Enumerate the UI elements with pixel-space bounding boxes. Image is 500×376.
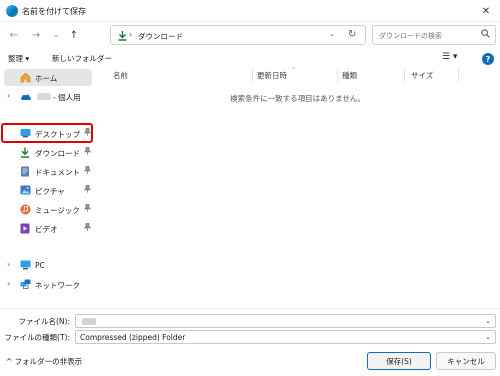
breadcrumb-separator: › (129, 30, 133, 39)
pin-icon (83, 166, 92, 176)
column-header-name[interactable]: 名前 (113, 70, 128, 81)
pin-icon (83, 147, 92, 157)
onedrive-cloud-icon (20, 91, 31, 102)
pin-icon (83, 204, 92, 214)
navigation-bar: ← → ⌄ ↑ › ダウンロード ⌄ ↻ ダウンロードの検索 (0, 22, 500, 48)
empty-folder-message: 検索条件に一致する項目はありません。 (230, 94, 365, 103)
pin-icon (83, 223, 92, 233)
network-icon (20, 279, 31, 290)
column-separator[interactable] (337, 68, 338, 82)
edge-browser-icon (6, 5, 18, 17)
search-icon (481, 29, 490, 41)
recent-locations-button[interactable]: ⌄ (48, 27, 64, 43)
expand-chevron-icon[interactable]: › (7, 91, 10, 100)
column-header-type[interactable]: 種類 (342, 70, 357, 81)
sidebar-item-label: PC (35, 261, 45, 270)
sidebar-item-documents[interactable]: ドキュメント (4, 163, 92, 180)
sidebar-item-onedrive[interactable]: › - 個人用 (4, 88, 92, 105)
sidebar-item-pictures[interactable]: ピクチャ (4, 182, 92, 199)
cancel-button[interactable]: キャンセル (436, 352, 496, 370)
address-history-chevron-icon[interactable]: ⌄ (329, 30, 335, 38)
pc-icon (20, 260, 31, 271)
sidebar-item-label: ダウンロード (35, 149, 80, 158)
sidebar-item-home[interactable]: ホーム (4, 69, 92, 86)
filename-field[interactable]: ⌄ (75, 314, 496, 328)
sidebar-item-network[interactable]: › ネットワーク (4, 276, 92, 293)
address-bar[interactable]: › ダウンロード ⌄ ↻ (110, 25, 366, 45)
document-icon (20, 166, 31, 177)
column-separator[interactable] (404, 68, 405, 82)
download-icon (20, 147, 31, 158)
sidebar-item-music[interactable]: ミュージック (4, 201, 92, 218)
sidebar-item-downloads[interactable]: ダウンロード (4, 144, 92, 161)
music-icon (20, 204, 31, 215)
sidebar-item-label: ピクチャ (35, 187, 65, 196)
expand-chevron-icon[interactable]: › (7, 279, 10, 288)
blurred-account-name (37, 93, 51, 100)
chevron-down-icon[interactable]: ⌄ (485, 317, 491, 325)
new-folder-button[interactable]: 新しいフォルダー (52, 53, 112, 64)
chevron-down-icon[interactable]: ⌄ (485, 333, 491, 341)
sidebar-item-pc[interactable]: › PC (4, 257, 92, 274)
search-box[interactable]: ダウンロードの検索 (372, 25, 496, 45)
download-icon (117, 30, 127, 41)
desktop-highlight-frame (1, 123, 93, 143)
save-button-label: 保存(S) (386, 356, 412, 366)
save-options-panel: ファイル名(N): ⌄ ファイルの種類(T): Compressed (zipp… (0, 308, 500, 376)
cancel-button-label: キャンセル (447, 356, 485, 366)
title-bar: 名前を付けて保存 ✕ (0, 0, 500, 22)
sidebar-item-videos[interactable]: ビデオ (4, 220, 92, 237)
blurred-filename (82, 318, 96, 325)
save-button[interactable]: 保存(S) (367, 352, 431, 370)
breadcrumb-downloads[interactable]: ダウンロード (138, 31, 183, 42)
view-options-button[interactable]: ☰ ▾ (442, 52, 457, 62)
filename-label: ファイル名(N): (18, 317, 71, 326)
navigation-pane: ホーム › - 個人用 デスクトップ ダウンロード ドキュメント ピクチャ ミュ… (0, 68, 95, 308)
column-header-date-modified[interactable]: 更新日時 (257, 70, 287, 81)
sidebar-item-label: ビデオ (35, 225, 58, 234)
back-button[interactable]: ← (6, 27, 22, 43)
video-icon (20, 223, 31, 234)
sidebar-item-label: ネットワーク (35, 281, 80, 290)
sidebar-item-label: - 個人用 (53, 93, 81, 102)
up-button[interactable]: ↑ (66, 27, 82, 43)
search-input[interactable]: ダウンロードの検索 (379, 31, 442, 41)
column-separator[interactable] (458, 68, 459, 82)
filetype-label: ファイルの種類(T): (4, 333, 70, 342)
forward-button[interactable]: → (28, 27, 44, 43)
column-header-size[interactable]: サイズ (411, 70, 433, 81)
organize-button[interactable]: 整理 ▾ (8, 53, 29, 64)
help-button[interactable]: ? (482, 53, 494, 65)
pin-icon (83, 185, 92, 195)
command-bar: 整理 ▾ 新しいフォルダー ☰ ▾ ? (0, 50, 500, 68)
sort-chevron-icon: ⌄ (291, 64, 297, 71)
filetype-select[interactable]: Compressed (zipped) Folder ⌄ (75, 330, 496, 344)
file-list[interactable]: 名前 ⌄ 更新日時 種類 サイズ 検索条件に一致する項目はありません。 (95, 64, 500, 308)
hide-folders-button[interactable]: ^ フォルダーの非表示 (6, 356, 82, 367)
expand-chevron-icon[interactable]: › (7, 260, 10, 269)
sidebar-item-label: ミュージック (35, 206, 80, 215)
filetype-value: Compressed (zipped) Folder (80, 333, 186, 342)
window-title: 名前を付けて保存 (22, 7, 86, 16)
pictures-icon (20, 185, 31, 196)
sidebar-item-label: ドキュメント (35, 168, 80, 177)
column-separator[interactable] (252, 68, 253, 82)
refresh-button[interactable]: ↻ (348, 29, 356, 40)
sidebar-item-label: ホーム (35, 74, 58, 83)
home-icon (20, 72, 31, 83)
close-button[interactable]: ✕ (476, 2, 496, 20)
